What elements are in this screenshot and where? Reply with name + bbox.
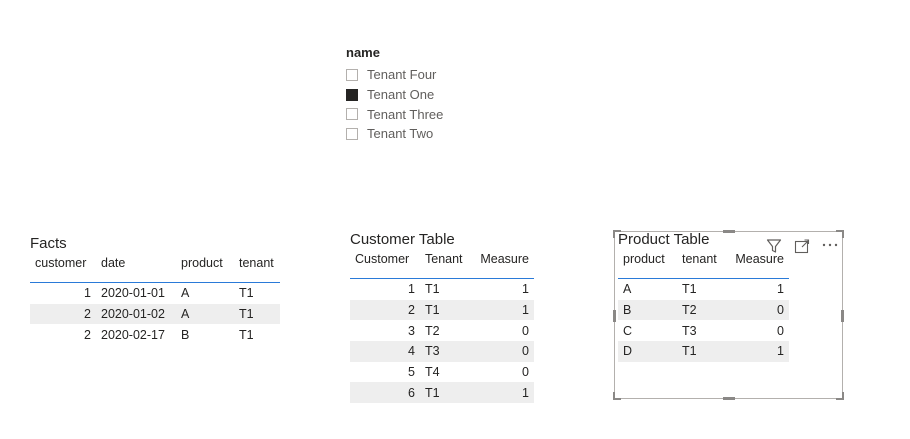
customer-table: Customer Tenant Measure 1 T1 1 2 T1 1 3 …: [350, 252, 534, 404]
resize-handle[interactable]: [842, 392, 844, 400]
cell-tenant: T1: [234, 303, 280, 325]
table-row[interactable]: 3 T2 0: [350, 320, 534, 341]
table-row[interactable]: C T3 0: [618, 320, 789, 341]
customer-table-visual[interactable]: Customer Table Customer Tenant Measure 1…: [350, 230, 534, 404]
slicer-item-tenant-two[interactable]: Tenant Two: [346, 124, 546, 144]
more-options-icon[interactable]: [821, 237, 839, 256]
column-header-tenant[interactable]: tenant: [677, 252, 727, 279]
cell-product: D: [618, 341, 677, 362]
cell-measure: 1: [777, 282, 784, 297]
cell-product: A: [181, 286, 190, 301]
resize-handle[interactable]: [723, 397, 735, 400]
cell-product: C: [623, 323, 633, 338]
cell-measure: 0: [777, 323, 784, 338]
resize-handle[interactable]: [613, 230, 615, 238]
cell-tenant: T1: [420, 382, 472, 404]
checkbox-checked[interactable]: [346, 88, 358, 101]
table-row[interactable]: 2 2020-02-17 B T1: [30, 324, 280, 345]
cell-product: B: [618, 299, 677, 321]
table-row[interactable]: A T1 1: [618, 279, 789, 300]
slicer-item-tenant-four[interactable]: Tenant Four: [346, 65, 546, 85]
resize-handle[interactable]: [841, 310, 844, 322]
column-header-measure[interactable]: Measure: [472, 252, 534, 279]
cell-tenant: T1: [420, 299, 472, 321]
product-table-visual[interactable]: Product Table product tenant Measure A T…: [618, 230, 789, 362]
cell-tenant: T2: [425, 323, 440, 338]
cell-measure: 0: [727, 299, 789, 321]
cell-customer: 2: [84, 327, 91, 342]
cell-customer: 1: [84, 286, 91, 301]
cell-customer: 2: [30, 303, 96, 325]
cell-measure: 1: [727, 341, 789, 362]
cell-product: A: [623, 282, 632, 297]
customer-table-title: Customer Table: [350, 231, 455, 248]
cell-date: 2020-01-01: [101, 286, 165, 301]
table-row[interactable]: B T2 0: [618, 299, 789, 321]
table-row[interactable]: 1 2020-01-01 A T1: [30, 283, 280, 304]
slicer-title: name: [346, 45, 380, 60]
cell-customer: 3: [408, 323, 415, 338]
column-header-tenant[interactable]: tenant: [234, 256, 280, 283]
cell-tenant: T3: [682, 323, 697, 338]
facts-title: Facts: [30, 235, 67, 252]
cell-tenant: T1: [239, 286, 254, 301]
table-row[interactable]: 6 T1 1: [350, 382, 534, 404]
cell-measure: 0: [522, 365, 529, 380]
checkbox[interactable]: [346, 68, 358, 81]
cell-tenant: T1: [239, 327, 254, 342]
resize-handle[interactable]: [613, 392, 615, 400]
cell-date: 2020-02-17: [101, 327, 165, 342]
cell-measure: 0: [522, 323, 529, 338]
column-header-customer[interactable]: Customer: [350, 252, 420, 279]
column-header-product[interactable]: product: [176, 256, 234, 283]
checkbox[interactable]: [346, 127, 358, 140]
column-header-measure[interactable]: Measure: [727, 252, 789, 279]
product-table-title: Product Table: [618, 231, 710, 248]
slicer-item-tenant-three[interactable]: Tenant Three: [346, 104, 546, 124]
slicer-item-tenant-one[interactable]: Tenant One: [346, 85, 546, 105]
column-header-date[interactable]: date: [96, 256, 176, 283]
cell-customer: 2: [350, 299, 420, 321]
cell-measure: 0: [472, 341, 534, 362]
resize-handle[interactable]: [613, 310, 616, 322]
slicer-item-label: Tenant Four: [367, 67, 437, 83]
table-row[interactable]: D T1 1: [618, 341, 789, 362]
slicer-item-label: Tenant Two: [367, 126, 434, 142]
column-header-product[interactable]: product: [618, 252, 677, 279]
cell-customer: 6: [350, 382, 420, 404]
cell-tenant: T2: [677, 299, 727, 321]
facts-visual[interactable]: Facts customer date product tenant 1 202…: [30, 234, 280, 345]
cell-product: B: [181, 327, 190, 342]
slicer-item-label: Tenant One: [367, 87, 435, 103]
cell-tenant: T4: [425, 365, 440, 380]
cell-tenant: T1: [682, 282, 697, 297]
table-row[interactable]: 2 2020-01-02 A T1: [30, 303, 280, 325]
cell-customer: 4: [350, 341, 420, 362]
column-header-tenant[interactable]: Tenant: [420, 252, 472, 279]
resize-handle[interactable]: [842, 230, 844, 238]
slicer-item-label: Tenant Three: [367, 106, 444, 122]
cell-measure: 1: [472, 299, 534, 321]
cell-measure: 1: [522, 282, 529, 297]
cell-product: A: [176, 303, 234, 325]
facts-table: customer date product tenant 1 2020-01-0…: [30, 256, 280, 345]
cell-date: 2020-01-02: [96, 303, 176, 325]
product-table: product tenant Measure A T1 1 B T2 0 C T…: [618, 252, 789, 362]
checkbox[interactable]: [346, 108, 358, 121]
cell-tenant: T1: [425, 282, 440, 297]
table-row[interactable]: 4 T3 0: [350, 341, 534, 362]
cell-tenant: T3: [420, 341, 472, 362]
table-row[interactable]: 5 T4 0: [350, 362, 534, 383]
cell-customer: 5: [408, 365, 415, 380]
table-row[interactable]: 2 T1 1: [350, 299, 534, 321]
column-header-customer[interactable]: customer: [30, 256, 96, 283]
focus-mode-icon[interactable]: [794, 238, 810, 257]
cell-tenant: T1: [677, 341, 727, 362]
table-row[interactable]: 1 T1 1: [350, 279, 534, 300]
cell-customer: 1: [408, 282, 415, 297]
cell-measure: 1: [472, 382, 534, 404]
name-slicer: name Tenant Four Tenant One Tenant Three…: [346, 45, 546, 144]
